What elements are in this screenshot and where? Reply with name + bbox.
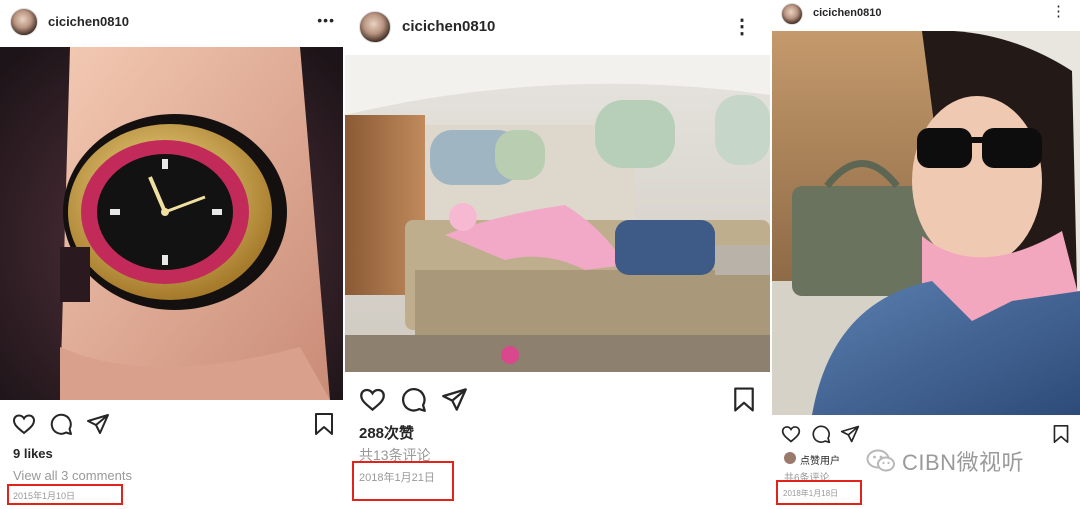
post-actions [345,384,770,414]
post-date: 2018年1月18日 [783,489,839,498]
post-date: 2015年1月10日 [13,491,76,501]
view-comments-link[interactable]: View all 3 comments [13,468,132,483]
more-options-icon[interactable]: ⋮ [732,14,752,39]
share-icon[interactable] [86,412,110,436]
avatar[interactable] [359,11,391,43]
heart-icon[interactable] [781,424,801,444]
post-photo-selfie [772,31,1080,415]
share-icon[interactable] [441,386,468,413]
heart-icon[interactable] [12,412,36,436]
heart-icon[interactable] [359,386,386,413]
liked-by-label[interactable]: 点赞用户 [800,452,840,467]
avatar[interactable] [781,3,803,25]
post-header: cicichen0810 ⋮ [345,8,770,48]
post-date: 2018年1月21日 [359,472,435,484]
post-panel-3: cicichen0810 ⋮ 点赞用户 共6条评论 2018年1月18日 [772,0,1080,509]
post-panel-2: cicichen0810 ⋮ 288次赞 共13条评论 2018年1月21日 [345,0,770,509]
more-options-icon[interactable]: ⋮ [1051,2,1066,20]
likes-count: 9 likes [13,446,53,461]
watermark-text: CIBN微视听 [902,450,1025,475]
share-icon[interactable] [840,424,860,444]
bookmark-icon[interactable] [1052,424,1070,444]
liker-avatar[interactable] [784,452,796,464]
post-photo-jet [345,55,770,372]
comment-icon[interactable] [49,412,73,436]
post-photo-watch [0,47,343,400]
bookmark-icon[interactable] [732,386,756,413]
username[interactable]: cicichen0810 [48,14,129,29]
avatar[interactable] [10,8,38,36]
wechat-icon [866,448,896,474]
username[interactable]: cicichen0810 [402,18,495,35]
comment-icon[interactable] [400,386,427,413]
comment-icon[interactable] [811,424,831,444]
post-panel-1: cicichen0810 ••• 9 likes View all 3 comm… [0,0,343,509]
bookmark-icon[interactable] [313,412,335,436]
post-actions [0,410,343,438]
post-header: cicichen0810 ⋮ [772,2,1080,26]
watermark: CIBN微视听 [866,447,1024,475]
post-actions [772,423,1080,445]
likes-count: 288次赞 [359,425,415,442]
post-header: cicichen0810 ••• [0,6,343,40]
more-options-icon[interactable]: ••• [317,12,335,28]
username[interactable]: cicichen0810 [813,7,882,19]
